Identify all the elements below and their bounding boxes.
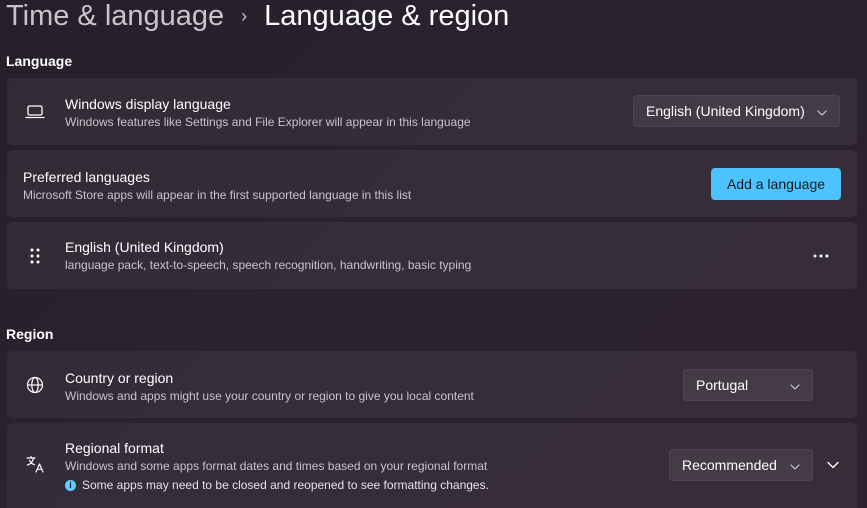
page-title: Language & region [264, 0, 510, 32]
display-language-subtitle: Windows features like Settings and File … [65, 115, 471, 129]
chevron-down-icon [790, 457, 800, 473]
language-list-item[interactable]: English (United Kingdom) language pack, … [7, 222, 857, 289]
chevron-down-icon [817, 103, 827, 119]
preferred-languages-subtitle: Microsoft Store apps will appear in the … [23, 188, 412, 202]
regional-format-selected: Recommended [682, 457, 777, 473]
regional-format-title: Regional format [65, 440, 164, 456]
display-language-dropdown[interactable]: English (United Kingdom) [633, 95, 840, 127]
chevron-down-icon [827, 456, 839, 474]
section-title-language: Language [6, 53, 73, 69]
section-title-region: Region [6, 326, 54, 342]
country-region-dropdown[interactable]: Portugal [683, 369, 813, 401]
country-region-title: Country or region [65, 370, 174, 386]
display-language-selected: English (United Kingdom) [646, 103, 805, 119]
globe-icon [24, 374, 46, 396]
preferred-languages-title: Preferred languages [23, 169, 150, 185]
country-region-selected: Portugal [696, 377, 749, 393]
country-region-subtitle: Windows and apps might use your country … [65, 389, 474, 403]
regional-format-note: i Some apps may need to be closed and re… [65, 478, 489, 492]
language-item-subtitle: language pack, text-to-speech, speech re… [65, 258, 472, 272]
info-icon: i [65, 479, 76, 491]
chevron-down-icon [790, 377, 800, 393]
breadcrumb-separator: › [241, 5, 248, 26]
drag-handle-icon[interactable] [24, 245, 46, 267]
regional-format-dropdown[interactable]: Recommended [669, 449, 813, 481]
regional-format-card[interactable]: Regional format Windows and some apps fo… [7, 423, 857, 508]
regional-format-icon [24, 453, 46, 475]
display-language-card: Windows display language Windows feature… [7, 78, 857, 145]
language-item-title: English (United Kingdom) [65, 239, 224, 255]
country-region-card: Country or region Windows and apps might… [7, 351, 857, 418]
expand-regional-format-button[interactable] [819, 451, 847, 479]
laptop-icon [24, 101, 46, 123]
breadcrumb: Time & language › Language & region [6, 0, 509, 36]
breadcrumb-parent[interactable]: Time & language [6, 0, 224, 33]
more-options-icon[interactable] [807, 242, 835, 270]
regional-format-note-text: Some apps may need to be closed and reop… [82, 478, 489, 492]
display-language-title: Windows display language [65, 96, 231, 112]
regional-format-subtitle: Windows and some apps format dates and t… [65, 459, 488, 473]
add-language-button[interactable]: Add a language [711, 168, 841, 200]
preferred-languages-card: Preferred languages Microsoft Store apps… [7, 150, 857, 217]
